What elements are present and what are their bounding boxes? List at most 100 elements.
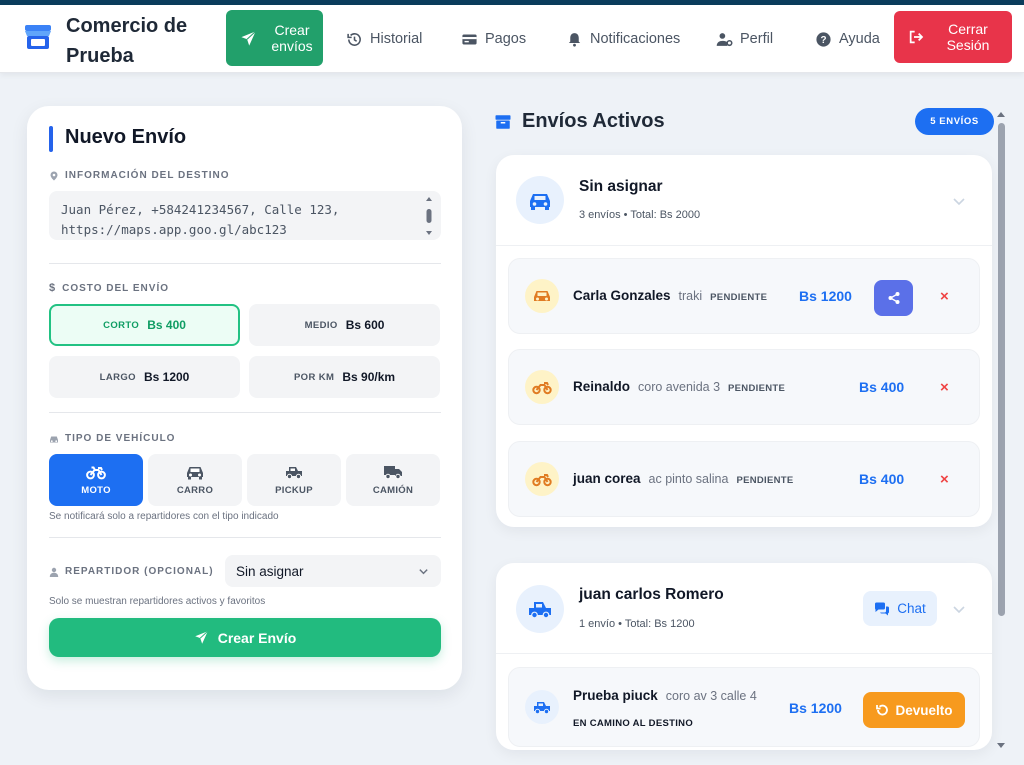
cost-option-key: LARGO (99, 371, 136, 383)
form-title: Nuevo Envío (65, 126, 187, 148)
nav-payments-button[interactable]: Pagos (461, 27, 526, 51)
motorcycle-icon (532, 382, 552, 395)
nav-create-label: Crear envíos (271, 22, 313, 54)
cost-option-key: MEDIO (304, 319, 338, 331)
shipment-address: ac pinto salina (648, 472, 729, 486)
logout-button[interactable]: Cerrar Sesión (894, 11, 1012, 63)
remove-shipment-button[interactable]: × (940, 471, 949, 488)
panel-title-text: Envíos Activos (522, 110, 665, 132)
cost-option-medium[interactable]: MEDIO Bs 600 (249, 304, 440, 346)
courier-hint: Solo se muestran repartidores activos y … (49, 596, 266, 607)
remove-shipment-button[interactable]: × (940, 288, 949, 305)
destination-section-label: INFORMACIÓN DEL DESTINO (49, 170, 229, 181)
vehicle-option-car[interactable]: CARRO (148, 454, 242, 506)
shipment-row[interactable]: juan corea ac pinto salina PENDIENTE Bs 40… (508, 441, 980, 517)
active-shipments-title: Envíos Activos (494, 110, 665, 133)
nav-history-label: Historial (370, 31, 423, 47)
courier-group-juan-carlos: juan carlos Romero 1 envío • Total: Bs 1… (496, 563, 992, 750)
vehicle-option-label: MOTO (81, 485, 111, 496)
history-icon (347, 32, 361, 46)
textarea-scrollbar[interactable] (425, 195, 433, 237)
courier-select[interactable]: Sin asignar (225, 555, 441, 587)
shipment-recipient: Carla Gonzales (573, 288, 671, 303)
shipment-row[interactable]: Reinaldo coro avenida 3 PENDIENTE Bs 400 × (508, 349, 980, 425)
mark-returned-button[interactable]: Devuelto (863, 692, 965, 728)
vehicle-option-moto[interactable]: MOTO (49, 454, 143, 506)
shipment-status: PENDIENTE (710, 292, 768, 303)
shipment-address: coro av 3 calle 4 (665, 689, 757, 703)
vehicle-option-pickup[interactable]: PICKUP (247, 454, 341, 506)
create-shipment-button[interactable]: Crear Envío (49, 618, 441, 657)
cost-option-long[interactable]: LARGO Bs 1200 (49, 356, 240, 398)
destination-value: Juan Pérez, +584241234567, Calle 123, ht… (61, 202, 340, 237)
user-icon (49, 567, 59, 577)
shipment-status: PENDIENTE (728, 383, 786, 394)
cost-option-value: Bs 90/km (342, 370, 396, 384)
vehicle-option-truck[interactable]: CAMIÓN (346, 454, 440, 506)
question-circle-icon: ? (816, 31, 831, 47)
chevron-down-icon[interactable] (952, 194, 966, 208)
vehicle-label-text: TIPO DE VEHÍCULO (65, 433, 176, 444)
nav-history-button[interactable]: Historial (346, 27, 422, 51)
shipment-price: Bs 400 (859, 471, 905, 487)
destination-textarea[interactable]: Juan Pérez, +584241234567, Calle 123, ht… (49, 191, 441, 240)
shipment-price: Bs 1200 (799, 288, 852, 304)
shipment-info: Prueba piuck coro av 3 calle 4 (573, 688, 757, 703)
pickup-icon (286, 467, 302, 480)
cost-option-per-km[interactable]: POR KM Bs 90/km (249, 356, 440, 398)
chat-label: Chat (897, 601, 926, 616)
shipment-address: traki (678, 289, 703, 303)
motorcycle-icon (532, 474, 552, 487)
shipment-row[interactable]: Prueba piuck coro av 3 calle 4 EN CAMINO … (508, 667, 980, 747)
courier-group-unassigned: Sin asignar 3 envíos • Total: Bs 2000 Ca… (496, 155, 992, 527)
brand-title: Comercio de Prueba (66, 15, 188, 67)
shipment-row[interactable]: Carla Gonzales traki PENDIENTE Bs 1200 × (508, 258, 980, 334)
credit-card-icon (462, 34, 477, 44)
car-icon (50, 436, 58, 442)
nav-profile-button[interactable]: Perfil (716, 27, 773, 51)
store-icon (25, 25, 51, 49)
nav-notifications-button[interactable]: Notificaciones (566, 27, 680, 51)
dollar-icon: $ (49, 282, 57, 294)
create-shipment-label: Crear Envío (217, 629, 297, 646)
courier-label-text: REPARTIDOR (OPCIONAL) (65, 566, 214, 577)
cost-option-key: POR KM (293, 371, 335, 383)
shipment-info: Reinaldo coro avenida 3 PENDIENTE (573, 379, 785, 394)
nav-profile-label: Perfil (740, 31, 774, 47)
pickup-icon (534, 702, 550, 715)
section-divider (49, 412, 441, 413)
pickup-icon (529, 602, 551, 619)
chat-button[interactable]: Chat (863, 591, 937, 626)
vehicle-option-label: CAMIÓN (372, 485, 414, 496)
remove-shipment-button[interactable]: × (940, 379, 949, 396)
shipment-vehicle-badge (525, 462, 559, 496)
courier-section-label: REPARTIDOR (OPCIONAL) (49, 566, 214, 577)
chevron-down-icon[interactable] (952, 602, 966, 616)
sign-out-icon (909, 30, 924, 44)
section-divider (49, 263, 441, 264)
chat-icon (875, 602, 890, 615)
cost-label-text: COSTO DEL ENVÍO (62, 282, 169, 294)
cost-option-key: CORTO (103, 319, 140, 331)
returned-label: Devuelto (895, 702, 953, 718)
group-avatar (516, 176, 564, 224)
cost-option-short[interactable]: CORTO Bs 400 (49, 304, 240, 346)
shipment-status: EN CAMINO AL DESTINO (573, 718, 694, 729)
panel-scrollbar-thumb[interactable] (998, 123, 1005, 616)
vehicle-option-label: CARRO (176, 485, 214, 496)
nav-help-label: Ayuda (839, 31, 880, 47)
group-summary: 3 envíos • Total: Bs 2000 (579, 209, 701, 221)
shipment-count-badge: 5 ENVÍOS (915, 108, 994, 135)
nav-help-button[interactable]: ? Ayuda (815, 27, 880, 51)
truck-icon (384, 466, 402, 480)
shipment-vehicle-badge (525, 370, 559, 404)
box-icon (495, 114, 511, 129)
destination-label-text: INFORMACIÓN DEL DESTINO (65, 170, 230, 181)
vehicle-option-label: PICKUP (275, 485, 313, 496)
nav-notifications-label: Notificaciones (590, 31, 681, 47)
share-button[interactable] (874, 280, 913, 316)
shipment-price: Bs 400 (859, 379, 905, 395)
group-separator (496, 653, 992, 654)
nav-create-shipments-button[interactable]: Crear envíos (226, 10, 323, 66)
car-icon (534, 291, 550, 301)
